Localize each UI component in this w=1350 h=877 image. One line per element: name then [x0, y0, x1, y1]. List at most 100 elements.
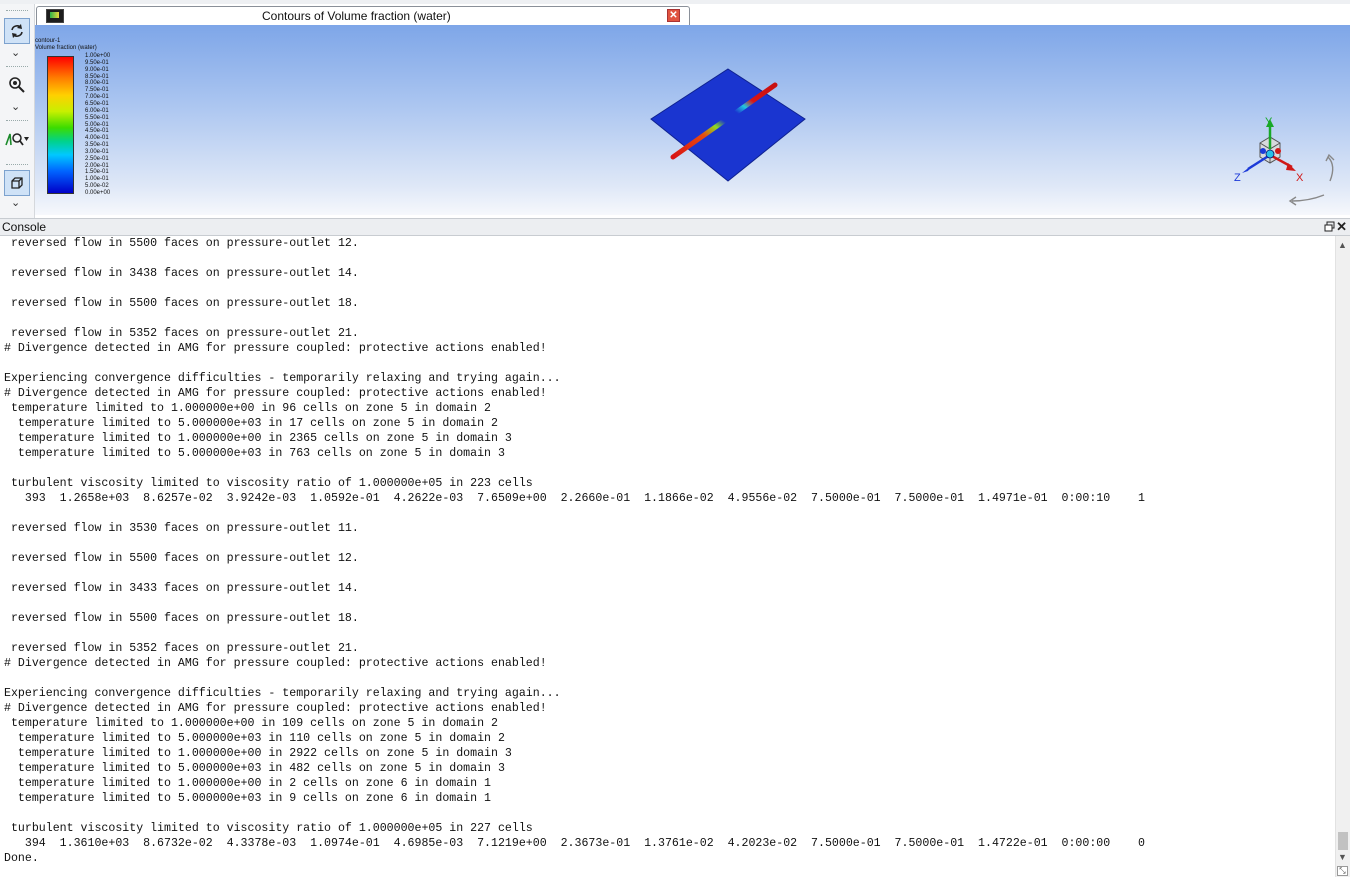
- legend-tick-label: 3.50e-01: [85, 142, 109, 149]
- contour-plot-geometry: [650, 68, 806, 182]
- legend-tick-label: 5.00e-01: [85, 121, 109, 128]
- console-line: reversed flow in 3438 faces on pressure-…: [4, 267, 359, 280]
- console-line: 394 1.3610e+03 8.6732e-02 4.3378e-03 1.0…: [4, 837, 1146, 850]
- legend-tick-label: 2.50e-01: [85, 155, 109, 162]
- legend-tick-label: 6.50e-01: [85, 100, 109, 107]
- console-restore-button[interactable]: [1324, 221, 1335, 232]
- tab-close-button[interactable]: ✕: [667, 9, 680, 22]
- console-line: temperature limited to 5.000000e+03 in 9…: [4, 792, 492, 805]
- legend-tick-label: 3.00e-01: [85, 148, 109, 155]
- rotate-arc-icon[interactable]: [1325, 153, 1335, 182]
- legend-tick-label: 5.50e-01: [85, 114, 109, 121]
- console-line: reversed flow in 5500 faces on pressure-…: [4, 297, 359, 310]
- legend-variable-name: Volume fraction (water): [35, 45, 97, 51]
- zoom-icon: [9, 77, 25, 93]
- tab-title: Contours of Volume fraction (water): [262, 9, 451, 23]
- console-line: temperature limited to 5.000000e+03 in 1…: [4, 732, 505, 745]
- scroll-up-arrow-icon[interactable]: ▲: [1338, 240, 1347, 250]
- scroll-down-arrow-icon[interactable]: ▼: [1338, 852, 1347, 862]
- window-top-border: [0, 0, 1350, 4]
- legend-tick-label: 7.50e-01: [85, 87, 109, 94]
- console-close-button[interactable]: ✕: [1336, 219, 1347, 235]
- rotate-tool-button[interactable]: [4, 18, 30, 44]
- legend-tick-label: 8.50e-01: [85, 73, 109, 80]
- close-icon: ✕: [669, 10, 678, 21]
- legend-tick-label: 1.50e-01: [85, 169, 109, 176]
- free-surface-plane: [650, 68, 806, 182]
- console-line: # Divergence detected in AMG for pressur…: [4, 387, 547, 400]
- legend-tick-label: 9.50e-01: [85, 59, 109, 66]
- console-line: # Divergence detected in AMG for pressur…: [4, 702, 547, 715]
- console-line: turbulent viscosity limited to viscosity…: [4, 477, 533, 490]
- console-line: turbulent viscosity limited to viscosity…: [4, 822, 533, 835]
- legend-tick-label: 0.00e+00: [85, 190, 111, 196]
- restore-window-icon: [1324, 221, 1335, 232]
- console-line: reversed flow in 5500 faces on pressure-…: [4, 552, 359, 565]
- legend-tick-label: 8.00e-01: [85, 80, 109, 87]
- rotate-arc-icon[interactable]: [1288, 194, 1325, 206]
- axis-triad: Y X Z: [1234, 116, 1335, 206]
- console-line: Experiencing convergence difficulties - …: [4, 687, 561, 700]
- legend-contour-name: contour-1: [35, 38, 61, 44]
- legend-tick-label: 4.50e-01: [85, 128, 109, 135]
- legend-tick-label: 2.00e-01: [85, 162, 109, 169]
- zoom-tool-button[interactable]: [4, 72, 30, 98]
- legend-tick-label: 5.00e-02: [85, 183, 109, 190]
- console-line: temperature limited to 1.000000e+00 in 1…: [4, 717, 498, 730]
- probe-icon: [5, 133, 29, 146]
- console-scrollbar[interactable]: ▲ ▼: [1335, 236, 1350, 877]
- console-line: Done.: [4, 852, 39, 865]
- view-cube-icon: [11, 177, 23, 189]
- resize-grip-icon[interactable]: ⤡: [1337, 866, 1348, 876]
- console-line: reversed flow in 5352 faces on pressure-…: [4, 642, 359, 655]
- legend-tick-label: 1.00e+00: [85, 53, 111, 59]
- triad-x-label: X: [1296, 172, 1304, 184]
- console-line: Experiencing convergence difficulties - …: [4, 372, 561, 385]
- console-output[interactable]: reversed flow in 5500 faces on pressure-…: [0, 236, 1335, 877]
- console-line: # Divergence detected in AMG for pressur…: [4, 342, 547, 355]
- legend-tick-label: 7.00e-01: [85, 94, 109, 101]
- graphics-tab[interactable]: Contours of Volume fraction (water) ✕: [36, 6, 690, 25]
- triad-z-label: Z: [1234, 172, 1241, 184]
- zoom-options-chevron-icon[interactable]: ⌄: [11, 102, 20, 113]
- console-line: temperature limited to 1.000000e+00 in 2…: [4, 777, 492, 790]
- probe-tool-button[interactable]: [3, 126, 31, 152]
- scrollbar-thumb[interactable]: [1338, 832, 1348, 850]
- toolbar-separator: [6, 10, 28, 11]
- legend-tick-label: 1.00e-01: [85, 176, 109, 183]
- console-line: temperature limited to 5.000000e+03 in 4…: [4, 762, 505, 775]
- graphics-window-icon: [46, 9, 64, 23]
- toolbar-separator: [6, 120, 28, 121]
- toolbar-separator: [6, 164, 28, 165]
- legend-tick-label: 4.00e-01: [85, 135, 109, 142]
- rotate-options-chevron-icon[interactable]: ⌄: [11, 48, 20, 59]
- console-line: reversed flow in 5500 faces on pressure-…: [4, 237, 359, 250]
- legend-colorbar: [47, 56, 74, 194]
- legend-tick-label: 9.00e-01: [85, 66, 109, 73]
- rotate-icon: [11, 24, 23, 38]
- console-line: reversed flow in 3530 faces on pressure-…: [4, 522, 359, 535]
- console-line: temperature limited to 5.000000e+03 in 7…: [4, 447, 505, 460]
- view-options-chevron-icon[interactable]: ⌄: [11, 198, 20, 209]
- console-line: temperature limited to 1.000000e+00 in 2…: [4, 747, 512, 760]
- console-line: reversed flow in 5500 faces on pressure-…: [4, 612, 359, 625]
- graphics-viewport[interactable]: contour-1 Volume fraction (water) 1.00e+…: [35, 25, 1350, 215]
- console-title: Console: [2, 220, 47, 234]
- console-line: temperature limited to 1.000000e+00 in 2…: [4, 432, 512, 445]
- legend-tick-label: 6.00e-01: [85, 107, 109, 114]
- view-cube-tool-button[interactable]: [4, 170, 30, 196]
- console-lines: reversed flow in 5500 faces on pressure-…: [4, 236, 1145, 866]
- console-line: # Divergence detected in AMG for pressur…: [4, 657, 547, 670]
- graphics-window: ⌄ ⌄ ⌄ Contours of Volume fraction (water…: [0, 0, 1350, 218]
- console-header: Console ✕: [0, 218, 1350, 236]
- close-icon: ✕: [1336, 219, 1347, 234]
